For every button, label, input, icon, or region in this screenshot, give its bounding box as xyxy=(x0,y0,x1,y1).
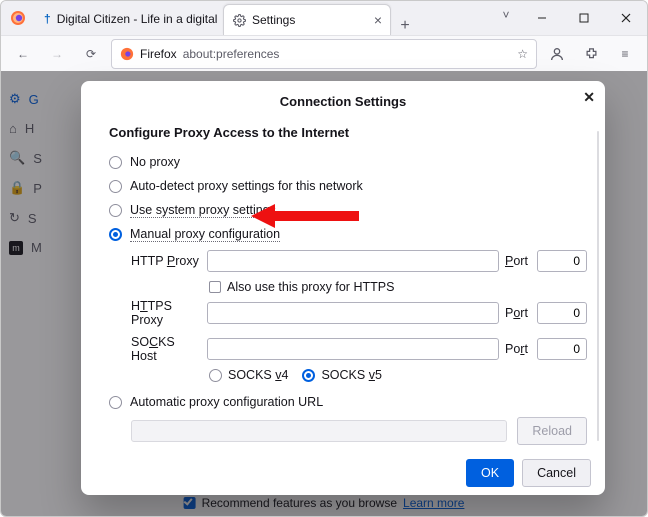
extensions-button[interactable] xyxy=(577,40,605,68)
radio-icon xyxy=(109,180,122,193)
radio-pac-url[interactable]: Automatic proxy configuration URL xyxy=(109,390,587,414)
http-proxy-row: HTTP Proxy Port xyxy=(131,246,587,276)
also-https-row[interactable]: Also use this proxy for HTTPS xyxy=(209,276,587,298)
option-label: Manual proxy configuration xyxy=(130,227,280,242)
bookmark-star-icon[interactable]: ☆ xyxy=(517,47,528,61)
radio-no-proxy[interactable]: No proxy xyxy=(109,150,587,174)
dialog-close-button[interactable]: ✕ xyxy=(583,89,595,106)
ok-button[interactable]: OK xyxy=(466,459,514,487)
option-label: SOCKS v4 xyxy=(228,368,288,382)
maximize-button[interactable] xyxy=(563,1,605,35)
dialog-footer: OK Cancel xyxy=(81,451,605,495)
back-button[interactable]: ← xyxy=(9,40,37,68)
firefox-logo-icon xyxy=(1,1,35,35)
radio-icon xyxy=(109,204,122,217)
radio-manual-proxy[interactable]: Manual proxy configuration xyxy=(109,222,587,246)
radio-socks5[interactable]: SOCKS v5 xyxy=(302,368,381,382)
tab-digital-citizen[interactable]: † Digital Citizen - Life in a digital xyxy=(35,3,223,35)
https-proxy-row: HTTPS Proxy Port xyxy=(131,298,587,328)
tab-strip: † Digital Citizen - Life in a digital Se… xyxy=(35,1,491,35)
radio-icon xyxy=(302,369,315,382)
connection-settings-dialog: Connection Settings ✕ Configure Proxy Ac… xyxy=(81,81,605,495)
dialog-title: Connection Settings xyxy=(280,94,406,109)
tab-settings[interactable]: Settings × xyxy=(223,4,391,35)
dialog-header: Connection Settings ✕ xyxy=(81,81,605,121)
socks-port-input[interactable] xyxy=(537,338,587,360)
close-icon[interactable]: × xyxy=(374,12,382,28)
titlebar: † Digital Citizen - Life in a digital Se… xyxy=(1,1,647,35)
option-label: Auto-detect proxy settings for this netw… xyxy=(130,179,363,193)
minimize-button[interactable] xyxy=(521,1,563,35)
option-label: Automatic proxy configuration URL xyxy=(130,395,323,409)
account-button[interactable] xyxy=(543,40,571,68)
https-port-label: Port xyxy=(505,306,531,320)
firefox-icon xyxy=(120,47,134,61)
tabs-dropdown-button[interactable]: ˅ xyxy=(491,1,521,29)
app-menu-button[interactable]: ≡ xyxy=(611,40,639,68)
radio-socks4[interactable]: SOCKS v4 xyxy=(209,368,288,382)
nav-toolbar: ← → ⟳ Firefox about:preferences ☆ ≡ xyxy=(1,35,647,73)
close-window-button[interactable] xyxy=(605,1,647,35)
url-path: about:preferences xyxy=(183,47,280,61)
checkbox-icon xyxy=(209,281,221,293)
https-proxy-label: HTTPS Proxy xyxy=(131,299,201,327)
reload-button[interactable]: Reload xyxy=(517,417,587,445)
http-port-label: Port xyxy=(505,254,531,268)
http-proxy-input[interactable] xyxy=(207,250,499,272)
radio-icon xyxy=(109,228,122,241)
radio-system-proxy[interactable]: Use system proxy settings xyxy=(109,198,587,222)
socks-host-label: SOCKS Host xyxy=(131,335,201,363)
socks-port-label: Port xyxy=(505,342,531,356)
pac-url-row: Reload xyxy=(131,414,587,448)
url-bar[interactable]: Firefox about:preferences ☆ xyxy=(111,39,537,69)
pac-url-input[interactable] xyxy=(131,420,507,442)
scrollbar[interactable] xyxy=(597,131,599,441)
socks-version-row: SOCKS v4 SOCKS v5 xyxy=(209,364,587,386)
http-proxy-label: HTTP Proxy xyxy=(131,254,201,268)
dialog-body: Configure Proxy Access to the Internet N… xyxy=(81,121,605,451)
tab-label: Digital Citizen - Life in a digital xyxy=(57,12,218,26)
gear-icon xyxy=(232,13,246,27)
tab-label: Settings xyxy=(252,13,295,27)
cancel-button[interactable]: Cancel xyxy=(522,459,591,487)
new-tab-button[interactable]: + xyxy=(391,17,419,35)
option-label: SOCKS v5 xyxy=(321,368,381,382)
url-identity: Firefox xyxy=(140,47,177,61)
option-label: Use system proxy settings xyxy=(130,203,276,218)
forward-button[interactable]: → xyxy=(43,40,71,68)
favicon-icon: † xyxy=(44,12,51,26)
option-label: No proxy xyxy=(130,155,180,169)
socks-host-input[interactable] xyxy=(207,338,499,360)
reload-button[interactable]: ⟳ xyxy=(77,40,105,68)
also-https-label: Also use this proxy for HTTPS xyxy=(227,280,394,294)
section-heading: Configure Proxy Access to the Internet xyxy=(109,125,587,140)
firefox-window: † Digital Citizen - Life in a digital Se… xyxy=(0,0,648,517)
https-proxy-input[interactable] xyxy=(207,302,499,324)
window-controls xyxy=(521,1,647,35)
http-port-input[interactable] xyxy=(537,250,587,272)
socks-host-row: SOCKS Host Port xyxy=(131,334,587,364)
radio-auto-detect[interactable]: Auto-detect proxy settings for this netw… xyxy=(109,174,587,198)
radio-icon xyxy=(109,156,122,169)
https-port-input[interactable] xyxy=(537,302,587,324)
radio-icon xyxy=(109,396,122,409)
radio-icon xyxy=(209,369,222,382)
